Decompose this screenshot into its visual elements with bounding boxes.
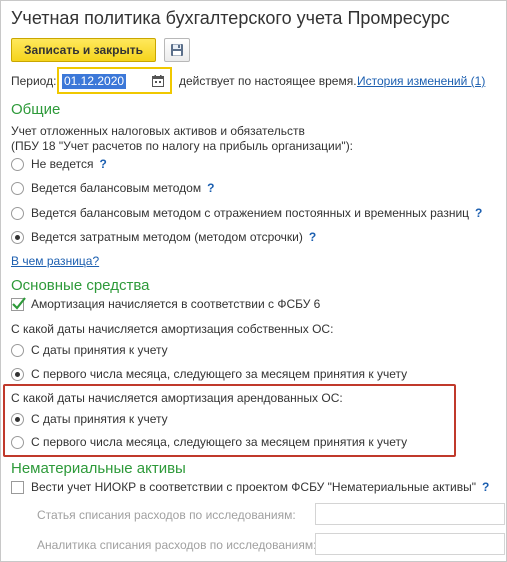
section-general-heading: Общие: [11, 101, 61, 118]
difference-link[interactable]: В чем разница?: [11, 254, 99, 268]
own-option-next-month[interactable]: С первого числа месяца, следующего за ме…: [11, 367, 407, 381]
period-date-input[interactable]: 01.12.2020: [62, 73, 145, 89]
radio-button-selected[interactable]: [11, 230, 24, 244]
option-label: Амортизация начисляется в соответствии с…: [31, 297, 321, 311]
option-label: Ведется затратным методом (методом отсро…: [31, 230, 303, 244]
option-label: С даты принятия к учету: [31, 343, 168, 357]
help-icon[interactable]: ?: [99, 157, 106, 171]
history-link[interactable]: История изменений (1): [357, 74, 485, 88]
section-intangibles-heading: Нематериальные активы: [11, 460, 186, 477]
option-not-maintained[interactable]: Не ведется ?: [11, 157, 107, 171]
help-icon[interactable]: ?: [475, 206, 482, 220]
niokr-option[interactable]: Вести учет НИОКР в соответствии с проект…: [11, 480, 489, 494]
radio-button-selected[interactable]: [11, 412, 24, 426]
period-field[interactable]: 01.12.2020: [57, 67, 172, 94]
help-icon[interactable]: ?: [207, 181, 214, 195]
leased-option-acceptance-date[interactable]: С даты принятия к учету: [11, 412, 168, 426]
period-status: действует по настоящее время.: [179, 74, 357, 88]
checkbox[interactable]: [11, 480, 24, 494]
save-button[interactable]: [164, 38, 190, 62]
calendar-icon: [152, 74, 164, 87]
option-label: Ведется балансовым методом: [31, 181, 202, 195]
option-label: С первого числа месяца, следующего за ме…: [31, 435, 408, 449]
option-label: Не ведется: [31, 157, 94, 171]
option-cost-method[interactable]: Ведется затратным методом (методом отсро…: [11, 230, 316, 244]
check-icon: [12, 296, 26, 310]
radio-button-selected[interactable]: [11, 367, 24, 381]
option-label: С первого числа месяца, следующего за ме…: [31, 367, 408, 381]
form-title: Учетная политика бухгалтерского учета Пр…: [11, 8, 450, 28]
research-expense-field: [315, 503, 505, 525]
research-analytics-field: [315, 533, 505, 555]
floppy-disk-icon: [171, 44, 183, 56]
research-expense-label: Статья списания расходов по исследования…: [37, 508, 296, 522]
deferred-tax-description-line2: (ПБУ 18 "Учет расчетов по налогу на приб…: [11, 139, 354, 153]
fsbu6-option[interactable]: Амортизация начисляется в соответствии с…: [11, 296, 321, 311]
radio-button[interactable]: [11, 157, 24, 171]
own-os-question: С какой даты начисляется амортизация соб…: [11, 322, 334, 336]
leased-os-question: С какой даты начисляется амортизация аре…: [11, 391, 343, 405]
form-window: Учетная политика бухгалтерского учета Пр…: [0, 0, 507, 562]
radio-button[interactable]: [11, 343, 24, 357]
deferred-tax-description: Учет отложенных налоговых активов и обяз…: [11, 124, 305, 138]
help-icon[interactable]: ?: [482, 480, 489, 494]
radio-button[interactable]: [11, 435, 24, 449]
period-label: Период:: [11, 74, 57, 88]
calendar-button[interactable]: [149, 72, 167, 89]
option-balance-method-differences[interactable]: Ведется балансовым методом с отражением …: [11, 206, 482, 220]
write-and-close-button[interactable]: Записать и закрыть: [11, 38, 156, 62]
checkbox-checked[interactable]: [11, 296, 26, 311]
option-label: Вести учет НИОКР в соответствии с проект…: [31, 480, 477, 494]
option-balance-method[interactable]: Ведется балансовым методом ?: [11, 181, 214, 195]
option-label: Ведется балансовым методом с отражением …: [31, 206, 470, 220]
section-fixed-assets-heading: Основные средства: [11, 277, 150, 294]
research-analytics-label: Аналитика списания расходов по исследова…: [37, 538, 317, 552]
own-option-acceptance-date[interactable]: С даты принятия к учету: [11, 343, 168, 357]
option-label: С даты принятия к учету: [31, 412, 168, 426]
leased-option-next-month[interactable]: С первого числа месяца, следующего за ме…: [11, 435, 407, 449]
radio-button[interactable]: [11, 181, 24, 195]
radio-button[interactable]: [11, 206, 24, 220]
help-icon[interactable]: ?: [309, 230, 316, 244]
